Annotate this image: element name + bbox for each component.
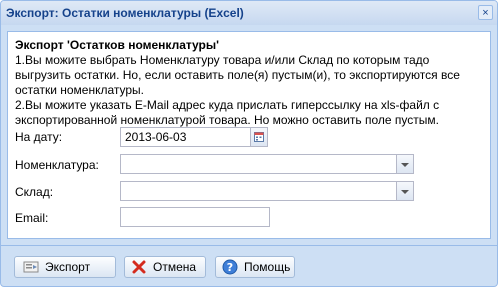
date-value: 2013-06-03 (125, 130, 187, 144)
cancel-icon (132, 260, 146, 274)
date-label: На дату: (15, 130, 63, 144)
description-paragraph-1: 1.Вы можите выбрать Номенклатуру товара … (15, 53, 460, 97)
export-button[interactable]: Экспорт (14, 256, 116, 278)
cancel-button[interactable]: Отмена (124, 256, 206, 278)
date-field[interactable]: 2013-06-03 (120, 127, 268, 147)
help-button-label: Помощь (244, 260, 291, 274)
warehouse-label: Склад: (15, 185, 54, 199)
close-icon: × (482, 7, 489, 19)
form-heading: Экспорт 'Остатков номенклатуры' (15, 38, 219, 52)
chevron-down-icon (401, 190, 409, 194)
warehouse-combo[interactable] (120, 181, 414, 201)
window-title: Экспорт: Остатки номенклатуры (Excel) (6, 6, 244, 20)
footer-divider (1, 245, 497, 246)
form-description: 1.Вы можите выбрать Номенклатуру товара … (15, 53, 487, 128)
nomenclature-combo[interactable] (120, 154, 414, 174)
export-button-label: Экспорт (45, 260, 91, 274)
email-label: Email: (15, 211, 49, 225)
help-button[interactable]: ? Помощь (215, 256, 295, 278)
calendar-icon (254, 132, 264, 142)
email-field[interactable] (120, 207, 270, 227)
nomenclature-label: Номенклатура: (15, 158, 99, 172)
export-dialog: Экспорт: Остатки номенклатуры (Excel) × … (0, 0, 498, 287)
form-panel: Экспорт 'Остатков номенклатуры' 1.Вы мож… (7, 31, 491, 239)
date-picker-button[interactable] (250, 128, 267, 146)
help-icon: ? (222, 259, 238, 275)
chevron-down-icon (401, 163, 409, 167)
title-bar[interactable]: Экспорт: Остатки номенклатуры (Excel) × (1, 1, 497, 25)
nomenclature-dropdown-button[interactable] (396, 155, 413, 173)
export-icon (23, 261, 39, 273)
warehouse-dropdown-button[interactable] (396, 182, 413, 200)
svg-text:?: ? (227, 261, 233, 274)
description-paragraph-2: 2.Вы можите указать E-Mail адрес куда пр… (15, 98, 440, 127)
cancel-button-label: Отмена (153, 260, 197, 274)
close-button[interactable]: × (478, 5, 493, 20)
